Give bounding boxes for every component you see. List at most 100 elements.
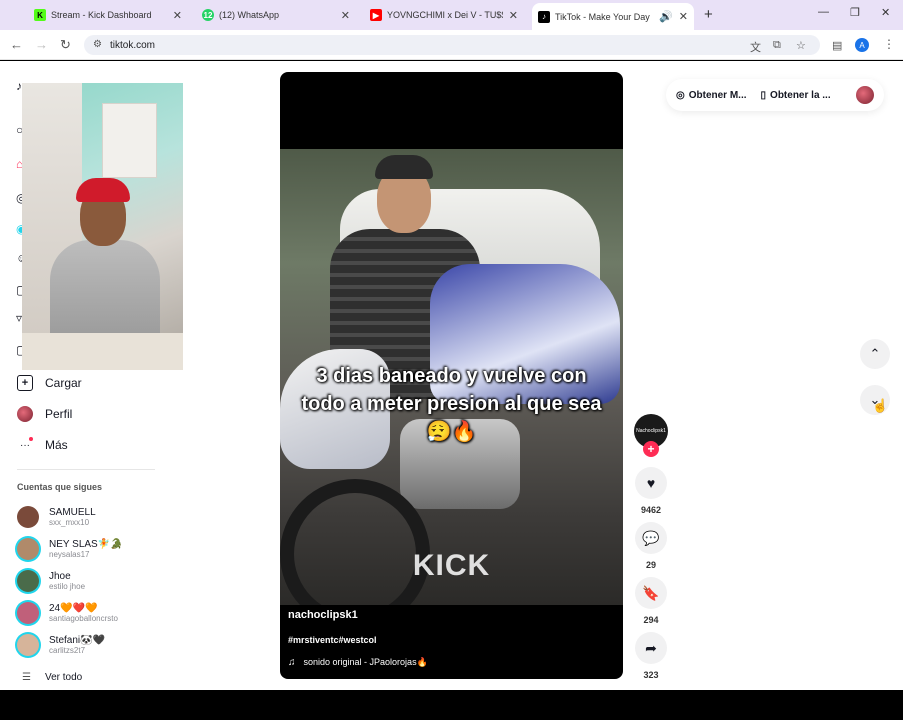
account-name: Jhoe — [49, 570, 71, 582]
video-hashtags[interactable]: #mrstiventc#westcol — [288, 635, 377, 645]
avatar — [17, 538, 39, 560]
window-close-icon[interactable]: ✕ — [881, 6, 890, 19]
comment-action[interactable]: 💬 29 — [635, 522, 667, 570]
share-icon[interactable]: ➦ — [635, 632, 667, 664]
comment-icon[interactable]: 💬 — [635, 522, 667, 554]
tab-label: YOVNGCHIMI x Dei V - TU$$! ( — [387, 10, 503, 20]
kick-favicon-icon: K — [34, 9, 46, 21]
account-name: NEY SLAS🧚🐊 — [49, 538, 123, 550]
following-account-item[interactable]: NEY SLAS🧚🐊 neysalas17 — [17, 535, 123, 563]
avatar — [17, 570, 39, 592]
save-action[interactable]: 🔖 294 — [635, 577, 667, 625]
webcam-overlay — [22, 83, 183, 370]
following-account-item[interactable]: SAMUELL sxx_mxx10 — [17, 503, 96, 531]
tab-youtube[interactable]: ▶ YOVNGCHIMI x Dei V - TU$$! ( ✕ — [364, 4, 524, 26]
video-caption-overlay: 3 dias baneado y vuelve con todo a meter… — [301, 365, 602, 443]
like-count: 9462 — [640, 505, 662, 515]
man-cap-shape — [375, 155, 433, 179]
music-note-icon: ♫ — [288, 657, 296, 668]
translate-icon[interactable]: 文 — [750, 39, 761, 55]
account-name: 24🧡❤️🧡 — [49, 602, 98, 614]
youtube-favicon-icon: ▶ — [370, 9, 382, 21]
minimize-icon[interactable]: — — [818, 6, 829, 18]
user-avatar[interactable] — [856, 86, 874, 104]
video-player[interactable]: KICK 3 dias baneado y vuelve con todo a … — [280, 72, 623, 679]
coin-icon: ◎ — [676, 89, 685, 101]
sidebar-item-upload[interactable]: + Cargar — [17, 371, 82, 395]
share-count: 323 — [643, 670, 659, 680]
avatar — [17, 602, 39, 624]
sidebar-item-profile[interactable]: Perfil — [17, 402, 72, 426]
reload-icon[interactable]: ↻ — [60, 37, 71, 53]
get-coins-button[interactable]: ◎ Obtener M... — [676, 90, 747, 101]
following-account-item[interactable]: 24🧡❤️🧡 santiagoballoncrsto — [17, 599, 118, 627]
sound-label: sonido original - JPaolorojas🔥 — [303, 657, 428, 667]
tiktok-favicon-icon: ♪ — [538, 10, 550, 23]
following-section-title: Cuentas que sigues — [17, 482, 103, 492]
sidebar-item-label: Más — [45, 438, 68, 452]
more-dots-icon: ··· — [17, 437, 33, 453]
close-icon[interactable]: ✕ — [509, 9, 518, 22]
hand-cursor-icon: ☝ — [872, 398, 889, 413]
tiktok-page: ♪ ○ ⌂ ◎ ◉ ☺ ▢ ▿ ▢ + Cargar Perfil ··· Má… — [0, 61, 903, 690]
account-handle: santiagoballoncrsto — [49, 613, 118, 623]
new-tab-button[interactable]: + — [704, 6, 713, 23]
close-icon[interactable]: ✕ — [341, 9, 350, 22]
site-info-icon[interactable]: ⚙ — [93, 39, 102, 50]
tab-label: Stream - Kick Dashboard — [51, 10, 152, 20]
previous-video-button[interactable]: ⌃ — [860, 339, 890, 369]
account-handle: sxx_mxx10 — [49, 517, 90, 527]
chevron-up-icon: ⌃ — [869, 346, 881, 361]
browser-tab-strip: K Stream - Kick Dashboard ✕ 12 (12) What… — [0, 0, 903, 30]
pill-label: Obtener la ... — [770, 89, 831, 101]
bookmark-star-icon[interactable]: ☆ — [796, 39, 806, 52]
see-all-label: Ver todo — [44, 672, 83, 683]
video-sound[interactable]: ♫ sonido original - JPaolorojas🔥 — [288, 657, 428, 668]
phone-icon: ▯ — [760, 89, 767, 101]
comment-count: 29 — [645, 560, 656, 570]
sidebar-item-label: Perfil — [45, 407, 73, 421]
streamer-red-cap — [76, 178, 130, 202]
sidebar-item-more[interactable]: ··· Más — [17, 433, 68, 457]
upload-plus-icon: + — [17, 375, 33, 391]
account-handle: neysalas17 — [49, 549, 90, 559]
close-icon[interactable]: ✕ — [173, 9, 182, 22]
restore-icon[interactable]: ❐ — [850, 6, 860, 19]
follow-button[interactable]: + — [643, 441, 659, 457]
account-name: Stefani🐼🖤 — [49, 634, 106, 646]
following-account-item[interactable]: Jhoe estilo jhoe — [17, 567, 85, 595]
see-all-link[interactable]: ☰ Ver todo — [22, 672, 82, 683]
tab-kick-dashboard[interactable]: K Stream - Kick Dashboard ✕ — [28, 4, 188, 26]
url-input[interactable]: ⚙ tiktok.com — [84, 35, 820, 55]
avatar — [17, 506, 39, 528]
heart-icon[interactable]: ♥ — [635, 467, 667, 499]
pill-label: Obtener M... — [688, 89, 747, 101]
tab-label: TikTok - Make Your Day — [555, 11, 650, 22]
top-right-actions: ◎ Obtener M... ▯ Obtener la ... — [666, 79, 884, 111]
save-count: 294 — [643, 615, 659, 625]
account-handle: carlitzs2t7 — [49, 645, 86, 655]
list-icon: ☰ — [22, 672, 31, 683]
bookmark-icon[interactable]: 🔖 — [635, 577, 667, 609]
get-app-button[interactable]: ▯ Obtener la ... — [761, 90, 831, 101]
tab-tiktok[interactable]: ♪ TikTok - Make Your Day 🔊 ✕ — [532, 3, 694, 30]
avatar — [17, 634, 39, 656]
install-app-icon[interactable]: ⧉ — [773, 39, 781, 52]
like-action[interactable]: ♥ 9462 — [635, 467, 667, 515]
share-action[interactable]: ➦ 323 — [635, 632, 667, 680]
webcam-background-poster — [102, 103, 157, 178]
browser-menu-icon[interactable]: ⋮ — [883, 37, 895, 51]
back-icon[interactable]: ← — [10, 37, 23, 52]
account-handle: estilo jhoe — [49, 581, 86, 591]
sidebar-divider — [17, 469, 155, 470]
profile-avatar[interactable]: A — [855, 38, 869, 52]
following-account-item[interactable]: Stefani🐼🖤 carlitzs2t7 — [17, 631, 105, 659]
account-name: SAMUELL — [49, 506, 96, 518]
close-icon[interactable]: ✕ — [679, 10, 688, 23]
reading-list-icon[interactable]: ▤ — [832, 39, 842, 52]
tab-label: (12) WhatsApp — [219, 10, 280, 20]
video-author[interactable]: nachoclipsk1 — [288, 609, 358, 621]
speaker-icon[interactable]: 🔊 — [659, 10, 673, 23]
tab-whatsapp[interactable]: 12 (12) WhatsApp ✕ — [196, 4, 356, 26]
forward-icon[interactable]: → — [35, 37, 48, 52]
